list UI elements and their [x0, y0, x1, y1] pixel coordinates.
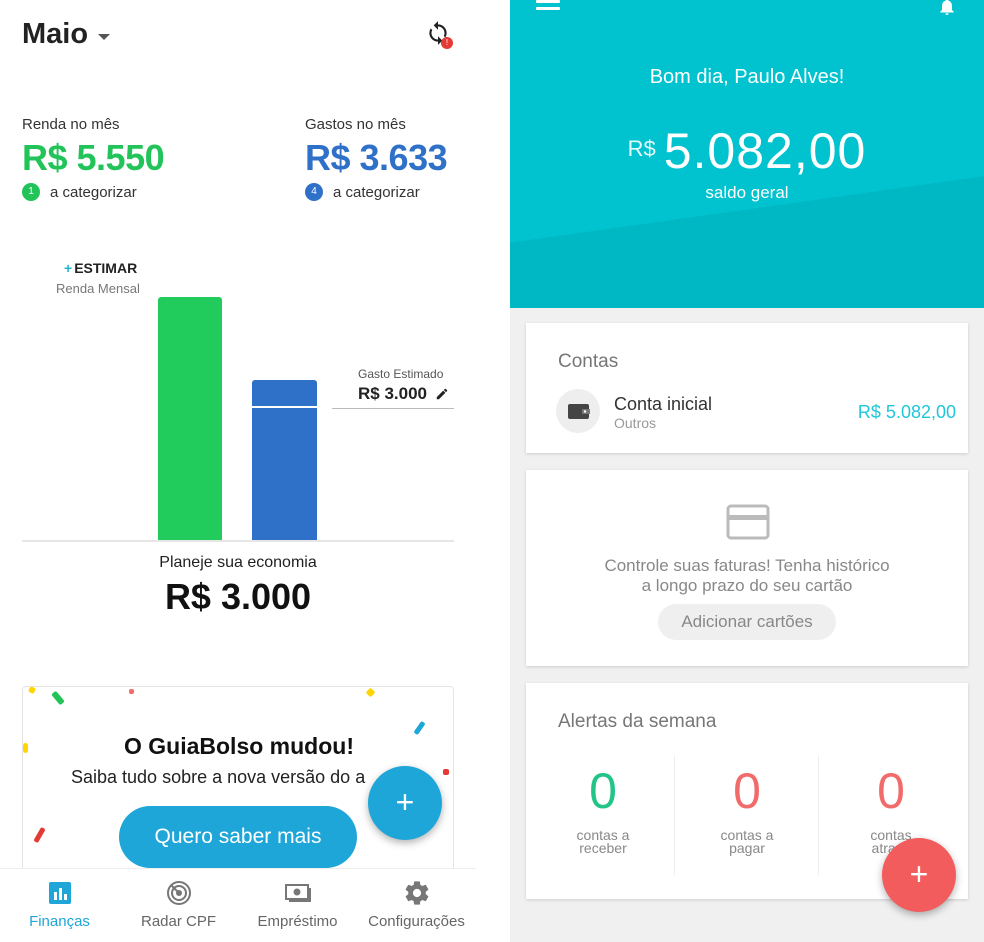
alert-caption: contas a receber — [532, 828, 674, 856]
learn-more-button[interactable]: Quero saber mais — [119, 806, 357, 868]
guiabolso-panel: Maio ! Renda no mês R$ 5.550 1 a categor… — [0, 0, 476, 942]
credit-card-icon — [726, 504, 770, 540]
nav-label: Radar CPF — [140, 913, 217, 930]
cards-message-line2: a longo prazo do seu cartão — [641, 576, 853, 595]
alert-receivable[interactable]: 0 contas a receber — [532, 763, 674, 855]
bar-chart-icon — [48, 882, 71, 904]
account-value: R$ 5.082,00 — [857, 402, 956, 422]
add-cards-button[interactable]: Adicionar cartões — [658, 604, 836, 640]
plus-icon: + — [64, 260, 73, 276]
renda-mensal-label: Renda Mensal — [56, 281, 140, 296]
gastos-estimate-marker — [252, 406, 317, 408]
account-name: Conta inicial — [614, 394, 713, 414]
renda-label: Renda no mês — [22, 116, 120, 133]
month-label: Maio — [22, 18, 89, 50]
alert-count: 0 — [877, 763, 905, 819]
renda-categorize-label: a categorizar — [50, 183, 137, 201]
confetti — [27, 687, 37, 695]
balance-amount: 5.082,00 — [663, 123, 867, 179]
sync-badge: ! — [441, 37, 453, 49]
confetti — [365, 687, 376, 698]
money-panel: Bom dia, Paulo Alves! R$ 5.082,00 saldo g… — [510, 0, 984, 942]
account-row[interactable]: Conta inicial Outros R$ 5.082,00 — [556, 389, 956, 433]
renda-bar — [158, 297, 222, 540]
nav-item-emprestimo[interactable]: Empréstimo — [238, 869, 357, 942]
alert-payable[interactable]: 0 contas a pagar — [676, 763, 818, 855]
bottom-nav: Finanças Radar CPF Empréstimo Configuraç… — [0, 868, 476, 942]
estimar-label: ESTIMAR — [74, 260, 138, 276]
alert-count: 0 — [589, 763, 617, 819]
gastos-label: Gastos no mês — [305, 116, 406, 133]
cards-card: Controle suas faturas! Tenha histórico a… — [526, 470, 968, 666]
balance-label: saldo geral — [705, 183, 789, 202]
nav-item-financas[interactable]: Finanças — [0, 869, 119, 942]
nav-item-configuracoes[interactable]: Configurações — [357, 869, 476, 942]
greeting: Bom dia, Paulo Alves! — [649, 66, 845, 88]
nav-label: Empréstimo — [257, 913, 338, 930]
add-transaction-button[interactable]: + — [882, 838, 956, 912]
bell-icon[interactable] — [936, 0, 958, 20]
gear-icon — [405, 881, 428, 905]
money-icon — [284, 884, 311, 902]
gastos-count-badge: 4 — [305, 183, 323, 201]
divider — [674, 755, 675, 875]
alert-caption-line: receber — [579, 840, 627, 856]
confetti — [443, 769, 449, 775]
gastos-categorize-label: a categorizar — [333, 183, 420, 201]
alert-overdue[interactable]: 0 contas atrasa — [820, 763, 962, 855]
radar-icon — [166, 881, 191, 905]
account-type: Outros — [614, 415, 657, 431]
screen: Maio ! Renda no mês R$ 5.550 1 a categor… — [0, 0, 984, 942]
confetti — [51, 690, 65, 706]
accounts-card: Contas Conta inicial Outros R$ 5.082,00 — [526, 323, 968, 453]
balance-header: Bom dia, Paulo Alves! R$ 5.082,00 saldo g… — [510, 0, 984, 308]
gastos-categorize[interactable]: 4 a categorizar — [305, 183, 447, 201]
nav-label: Configurações — [368, 913, 465, 930]
nav-item-radar-cpf[interactable]: Radar CPF — [119, 869, 238, 942]
alert-caption: contas a pagar — [676, 828, 818, 856]
gastos-stat[interactable]: Gastos no mês R$ 3.633 4 a categorizar — [305, 116, 448, 201]
gasto-estimado-edit[interactable]: R$ 3.000 — [358, 384, 449, 404]
balance-currency: R$ — [627, 136, 656, 161]
alert-count: 0 — [733, 763, 761, 819]
nav-label: Finanças — [29, 913, 90, 930]
promo-subtitle: Saiba tudo sobre a nova versão do a — [71, 767, 366, 787]
chevron-down-icon — [98, 33, 111, 40]
cards-message: Controle suas faturas! Tenha histórico a… — [526, 556, 968, 596]
renda-count-badge: 1 — [22, 183, 40, 201]
month-selector[interactable]: Maio — [22, 18, 111, 51]
gastos-bar — [252, 380, 317, 540]
cards-message-line1: Controle suas faturas! Tenha histórico — [604, 556, 890, 575]
planeje-label: Planeje sua economia — [159, 554, 317, 571]
sync-button[interactable]: ! — [425, 20, 453, 49]
gasto-estimado-label: Gasto Estimado — [358, 367, 444, 381]
balance: R$ 5.082,00 — [510, 122, 984, 180]
wallet-icon — [556, 389, 600, 433]
promo-title: O GuiaBolso mudou! — [124, 733, 354, 759]
gastos-value: R$ 3.633 — [305, 137, 448, 178]
alert-caption-line: pagar — [729, 840, 765, 856]
pencil-icon — [436, 388, 448, 400]
add-button[interactable]: + — [368, 766, 442, 840]
confetti — [33, 826, 46, 844]
estimar-button[interactable]: + ESTIMAR — [64, 260, 137, 276]
accounts-title: Contas — [558, 351, 619, 372]
renda-value: R$ 5.550 — [22, 137, 165, 178]
confetti — [129, 689, 134, 694]
menu-icon[interactable] — [536, 0, 560, 16]
chart-baseline — [22, 540, 454, 542]
planeje-value[interactable]: R$ 3.000 — [0, 576, 476, 618]
renda-categorize[interactable]: 1 a categorizar — [22, 183, 164, 201]
renda-stat[interactable]: Renda no mês R$ 5.550 1 a categorizar — [22, 116, 165, 201]
gasto-estimado-line — [332, 408, 454, 409]
alerts-title: Alertas da semana — [558, 711, 717, 732]
gasto-estimado-value: R$ 3.000 — [358, 384, 427, 403]
divider — [818, 755, 819, 875]
